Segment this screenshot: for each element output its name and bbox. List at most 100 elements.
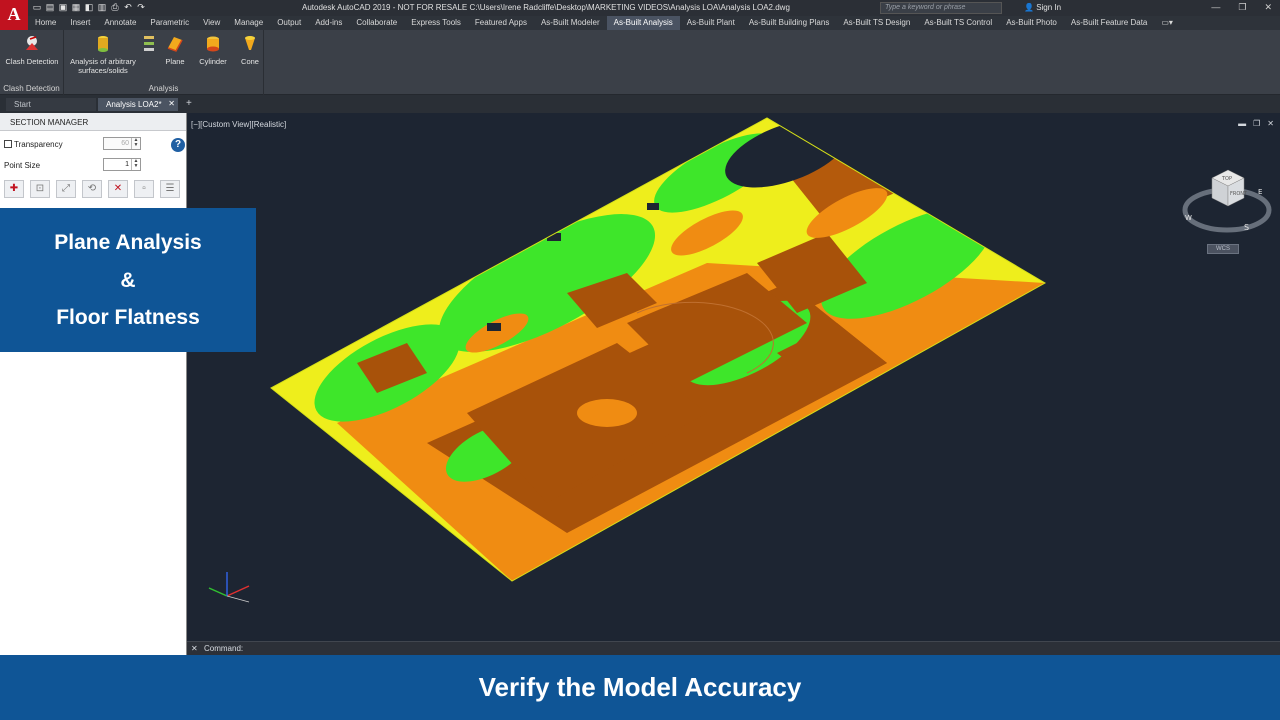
- cylinder-icon: [207, 36, 219, 52]
- autocad-logo-icon[interactable]: A: [0, 0, 28, 30]
- analysis-options-button[interactable]: [142, 34, 156, 57]
- ribbon-tab-as-built-ts-control[interactable]: As-Built TS Control: [917, 16, 999, 30]
- transparency-checkbox[interactable]: [4, 140, 12, 148]
- save-as-icon[interactable]: ▦: [71, 2, 81, 12]
- section-toolbar: ✚ ⊡ ⤢ ⟲ ✕ ▫ ☰: [4, 180, 180, 198]
- ucs-icon: [208, 572, 250, 603]
- web-icon[interactable]: ◧: [84, 2, 94, 12]
- new-icon[interactable]: ▭: [32, 2, 42, 12]
- ribbon-tab-parametric[interactable]: Parametric: [143, 16, 196, 30]
- spinner-arrows-icon[interactable]: ▲ ▼: [131, 159, 140, 170]
- autocad-window: A ▭ ▤ ▣ ▦ ◧ ▥ ⎙ ↶ ↷ Autodesk AutoCAD 201…: [0, 0, 1280, 720]
- ribbon-tab-as-built-ts-design[interactable]: As-Built TS Design: [836, 16, 917, 30]
- ribbon-tab-as-built-photo[interactable]: As-Built Photo: [999, 16, 1064, 30]
- clash-detection-group: Clash Detection Clash Detection: [0, 30, 64, 95]
- search-input[interactable]: Type a keyword or phrase: [880, 2, 1002, 14]
- close-tab-icon[interactable]: ✕: [168, 99, 175, 108]
- clash-detection-button[interactable]: Clash Detection: [3, 34, 61, 66]
- ribbon-tab-as-built-building-plans[interactable]: As-Built Building Plans: [742, 16, 836, 30]
- arbitrary-analysis-button[interactable]: Analysis of arbitrary surfaces/solids: [66, 34, 140, 75]
- wcs-menu[interactable]: WCS: [1207, 244, 1239, 254]
- save-icon[interactable]: ▣: [58, 2, 68, 12]
- viewcube-front-label[interactable]: FRONT: [1230, 191, 1248, 197]
- point-size-spinner[interactable]: 1 ▲ ▼: [103, 158, 141, 171]
- clash-detection-icon: [26, 36, 38, 50]
- spinner-arrows-icon[interactable]: ▲ ▼: [131, 138, 140, 149]
- rotate-section-icon[interactable]: ⟲: [82, 180, 102, 198]
- cylinder-yellow-icon: [98, 36, 108, 52]
- command-prompt: Command:: [204, 644, 244, 653]
- window-controls: — ❐ ✕: [1211, 2, 1272, 13]
- add-section-icon[interactable]: ✚: [4, 180, 24, 198]
- title-bar: A ▭ ▤ ▣ ▦ ◧ ▥ ⎙ ↶ ↷ Autodesk AutoCAD 201…: [0, 0, 1280, 30]
- help-icon[interactable]: ?: [171, 138, 185, 152]
- start-tab[interactable]: Start: [6, 98, 96, 111]
- new-tab-icon[interactable]: +: [186, 98, 192, 109]
- analysis-group: Analysis of arbitrary surfaces/solids Pl…: [64, 30, 264, 95]
- command-close-icon[interactable]: ✕: [191, 644, 198, 653]
- analysis-group-title: Analysis: [148, 84, 179, 93]
- drawing-viewport[interactable]: [−][Custom View][Realistic] ▬ ❐ ✕ TOP FR…: [187, 113, 1280, 641]
- promo-overlay: Plane Analysis & Floor Flatness: [0, 208, 256, 352]
- cone-icon: [245, 36, 255, 50]
- section-list-icon[interactable]: ☰: [160, 180, 180, 198]
- section-manager-panel: SECTION MANAGER Transparency 60 ▲ ▼ Point…: [0, 113, 187, 655]
- ribbon-tab-insert[interactable]: Insert: [63, 16, 97, 30]
- close-icon[interactable]: ✕: [1264, 2, 1272, 13]
- ribbon-tab-output[interactable]: Output: [270, 16, 308, 30]
- point-cloud-floor: [270, 117, 1047, 582]
- ribbon-more-icon[interactable]: ▭▾: [1154, 16, 1180, 30]
- compass-west[interactable]: W: [1185, 214, 1192, 222]
- compass-east[interactable]: E: [1258, 188, 1262, 196]
- plane-icon: [167, 37, 183, 52]
- ribbon-panel: Clash Detection Clash Detection Analysis…: [0, 30, 1280, 95]
- overlay-line-2: &: [120, 268, 136, 292]
- minimize-icon[interactable]: —: [1211, 2, 1220, 13]
- list-options-icon: [144, 36, 154, 51]
- ribbon-tab-as-built-modeler[interactable]: As-Built Modeler: [534, 16, 607, 30]
- overlay-line-3: Floor Flatness: [56, 306, 200, 329]
- ribbon-tab-featured-apps[interactable]: Featured Apps: [468, 16, 534, 30]
- ribbon-tab-as-built-analysis[interactable]: As-Built Analysis: [606, 16, 680, 30]
- sign-in-button[interactable]: 👤 Sign In: [1024, 3, 1061, 12]
- caption-banner: Verify the Model Accuracy: [0, 655, 1280, 720]
- ribbon-tab-add-ins[interactable]: Add-ins: [308, 16, 349, 30]
- cylinder-button[interactable]: Cylinder: [194, 34, 232, 66]
- ribbon-tab-as-built-plant[interactable]: As-Built Plant: [680, 16, 742, 30]
- clip-section-icon[interactable]: ▫: [134, 180, 154, 198]
- ribbon-tab-home[interactable]: Home: [28, 16, 63, 30]
- redo-icon[interactable]: ↷: [136, 2, 146, 12]
- restore-icon[interactable]: ❐: [1238, 2, 1246, 13]
- viewcube-top-label[interactable]: TOP: [1221, 176, 1232, 182]
- print-icon[interactable]: ⎙: [110, 2, 120, 12]
- transparency-spinner[interactable]: 60 ▲ ▼: [103, 137, 141, 150]
- open-icon[interactable]: ▤: [45, 2, 55, 12]
- transparency-row: Transparency: [4, 140, 63, 149]
- ribbon-tab-as-built-feature-data[interactable]: As-Built Feature Data: [1064, 16, 1154, 30]
- clash-group-title: Clash Detection: [3, 84, 60, 93]
- ribbon-tabs: Home Insert Annotate Parametric View Manage Ou…: [28, 16, 1280, 30]
- overlay-line-1: Plane Analysis: [54, 231, 202, 254]
- compass-south[interactable]: S: [1244, 223, 1249, 232]
- document-tabs: Start Analysis LOA2* ✕ +: [0, 95, 1280, 113]
- ribbon-tab-manage[interactable]: Manage: [227, 16, 270, 30]
- user-icon: 👤: [1024, 3, 1037, 12]
- plot-icon[interactable]: ▥: [97, 2, 107, 12]
- delete-section-icon[interactable]: ✕: [108, 180, 128, 198]
- ribbon-tab-express-tools[interactable]: Express Tools: [404, 16, 468, 30]
- move-section-icon[interactable]: ⤢: [56, 180, 76, 198]
- command-line[interactable]: ✕ Command:: [187, 641, 1280, 655]
- ribbon-tab-annotate[interactable]: Annotate: [97, 16, 143, 30]
- box-section-icon[interactable]: ⊡: [30, 180, 50, 198]
- window-title: Autodesk AutoCAD 2019 - NOT FOR RESALE C…: [302, 3, 790, 12]
- point-size-label: Point Size: [4, 161, 41, 170]
- ribbon-tab-view[interactable]: View: [196, 16, 227, 30]
- cone-button[interactable]: Cone: [234, 34, 266, 66]
- ribbon-tab-collaborate[interactable]: Collaborate: [349, 16, 404, 30]
- panel-title: SECTION MANAGER: [0, 113, 186, 131]
- quick-access-toolbar: ▭ ▤ ▣ ▦ ◧ ▥ ⎙ ↶ ↷: [32, 2, 146, 12]
- viewcube[interactable]: TOP FRONT E S W: [1182, 158, 1272, 248]
- plane-button[interactable]: Plane: [160, 34, 190, 66]
- drawing-tab[interactable]: Analysis LOA2* ✕: [98, 98, 178, 111]
- undo-icon[interactable]: ↶: [123, 2, 133, 12]
